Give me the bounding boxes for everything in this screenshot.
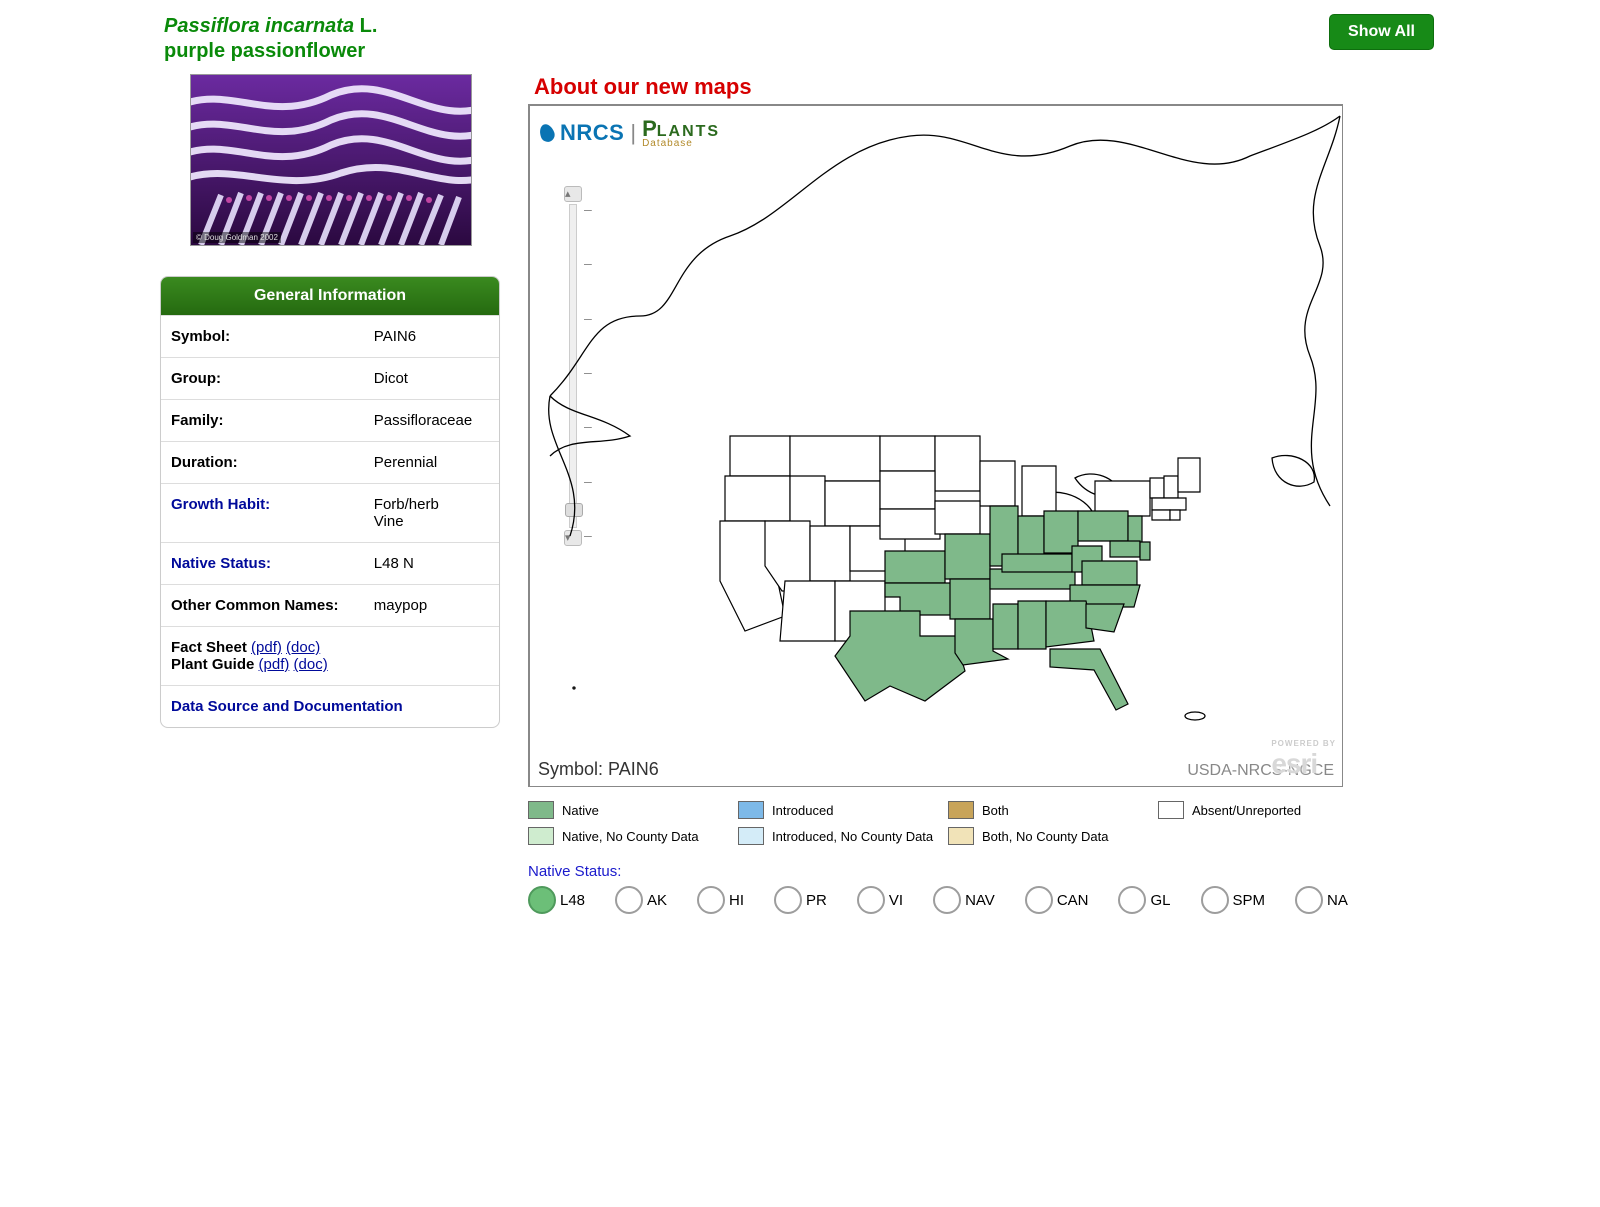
info-key: Symbol: — [161, 316, 364, 358]
native-status-code: GL — [1150, 892, 1170, 909]
legend-item: Introduced, No County Data — [738, 827, 938, 845]
legend-item: Absent/Unreported — [1158, 801, 1358, 819]
info-value: Perennial — [364, 442, 499, 484]
native-status-option[interactable]: VI — [857, 886, 903, 914]
radio-icon — [697, 886, 725, 914]
info-value: Passifloraceae — [364, 400, 499, 442]
plant-thumbnail[interactable]: © Doug Goldman 2002 — [190, 74, 472, 246]
map-legend: Native Introduced Both Absent/Unreported Nat… — [528, 801, 1440, 845]
legend-item: Native — [528, 801, 728, 819]
fact-sheet-pdf-link[interactable]: (pdf) — [251, 639, 282, 656]
native-status-code: NAV — [965, 892, 995, 909]
native-status-option[interactable]: CAN — [1025, 886, 1089, 914]
show-all-button[interactable]: Show All — [1329, 14, 1434, 50]
general-info-panel: General Information Symbol:PAIN6Group:Di… — [160, 276, 500, 728]
info-row: Group:Dicot — [161, 358, 499, 400]
native-status-option[interactable]: SPM — [1201, 886, 1266, 914]
legend-swatch — [738, 827, 764, 845]
info-value: Forb/herb Vine — [364, 484, 499, 543]
data-source-link[interactable]: Data Source and Documentation — [171, 698, 403, 715]
native-status-label: Native Status: — [528, 863, 621, 880]
map-canvas[interactable] — [530, 106, 1342, 786]
legend-swatch — [528, 827, 554, 845]
info-value: Dicot — [364, 358, 499, 400]
legend-label: Introduced, No County Data — [772, 829, 933, 844]
scientific-name: Passiflora incarnata — [164, 15, 354, 37]
map-symbol-label: Symbol: PAIN6 — [538, 759, 659, 780]
distribution-map[interactable]: NRCS | PLANTS Database ▴ ▾ ––––––– — [528, 104, 1343, 787]
about-maps-heading[interactable]: About our new maps — [534, 74, 1440, 100]
info-value: maypop — [364, 585, 499, 627]
info-row: Duration:Perennial — [161, 442, 499, 484]
legend-label: Native, No County Data — [562, 829, 699, 844]
native-status-code: NA — [1327, 892, 1348, 909]
info-value: PAIN6 — [364, 316, 499, 358]
legend-label: Absent/Unreported — [1192, 803, 1301, 818]
info-key: Family: — [161, 400, 364, 442]
radio-icon — [1025, 886, 1053, 914]
legend-swatch — [1158, 801, 1184, 819]
common-name: purple passionflower — [164, 40, 365, 62]
native-status-code: SPM — [1233, 892, 1266, 909]
radio-icon — [1118, 886, 1146, 914]
native-status-code: PR — [806, 892, 827, 909]
esri-logo: POWERED BY esri — [1271, 739, 1336, 780]
info-row: Native Status:L48 N — [161, 543, 499, 585]
info-value: L48 N — [364, 543, 499, 585]
page-title: Passiflora incarnata L. purple passionfl… — [164, 14, 377, 64]
legend-item: Both — [948, 801, 1148, 819]
native-status-option[interactable]: GL — [1118, 886, 1170, 914]
legend-label: Both — [982, 803, 1009, 818]
native-status-code: HI — [729, 892, 744, 909]
native-status-option[interactable]: AK — [615, 886, 667, 914]
radio-icon — [1201, 886, 1229, 914]
native-status-option[interactable]: HI — [697, 886, 744, 914]
general-info-heading: General Information — [161, 277, 499, 315]
plant-guide-doc-link[interactable]: (doc) — [294, 656, 328, 673]
plant-guide-pdf-link[interactable]: (pdf) — [259, 656, 290, 673]
radio-icon — [933, 886, 961, 914]
radio-icon — [857, 886, 885, 914]
legend-label: Introduced — [772, 803, 833, 818]
legend-swatch — [948, 801, 974, 819]
info-key[interactable]: Native Status: — [161, 543, 364, 585]
info-key: Other Common Names: — [161, 585, 364, 627]
legend-item: Introduced — [738, 801, 938, 819]
info-key[interactable]: Growth Habit: — [161, 484, 364, 543]
legend-swatch — [738, 801, 764, 819]
legend-item: Native, No County Data — [528, 827, 728, 845]
native-status-code: L48 — [560, 892, 585, 909]
native-status-code: CAN — [1057, 892, 1089, 909]
radio-icon — [1295, 886, 1323, 914]
radio-icon — [774, 886, 802, 914]
legend-label: Both, No County Data — [982, 829, 1108, 844]
info-key: Duration: — [161, 442, 364, 484]
radio-icon — [615, 886, 643, 914]
native-status-option[interactable]: NA — [1295, 886, 1348, 914]
native-status-code: VI — [889, 892, 903, 909]
fact-sheet-row: Fact Sheet (pdf) (doc) Plant Guide (pdf)… — [161, 627, 499, 686]
info-row: Symbol:PAIN6 — [161, 316, 499, 358]
native-status-option[interactable]: NAV — [933, 886, 995, 914]
native-status-code: AK — [647, 892, 667, 909]
fact-sheet-doc-link[interactable]: (doc) — [286, 639, 320, 656]
radio-icon — [528, 886, 556, 914]
info-row: Other Common Names:maypop — [161, 585, 499, 627]
info-row: Family:Passifloraceae — [161, 400, 499, 442]
native-status-option[interactable]: PR — [774, 886, 827, 914]
thumbnail-credit: © Doug Goldman 2002 — [193, 232, 281, 243]
authority: L. — [360, 15, 378, 37]
legend-label: Native — [562, 803, 599, 818]
legend-swatch — [948, 827, 974, 845]
info-key: Group: — [161, 358, 364, 400]
legend-item: Both, No County Data — [948, 827, 1148, 845]
native-status-option[interactable]: L48 — [528, 886, 585, 914]
info-row: Growth Habit:Forb/herb Vine — [161, 484, 499, 543]
legend-swatch — [528, 801, 554, 819]
